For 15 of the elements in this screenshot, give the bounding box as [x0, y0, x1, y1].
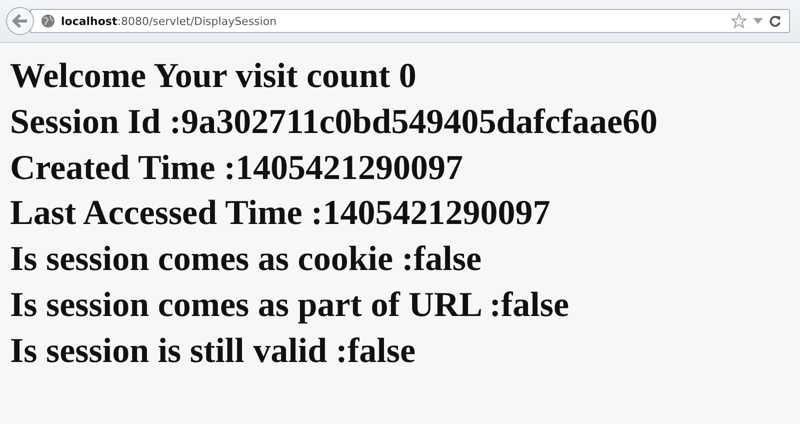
text-line: Is session comes as cookie :false — [10, 238, 482, 280]
url-text: localhost:8080/servlet/DisplaySession — [61, 14, 277, 28]
address-bar[interactable]: localhost:8080/servlet/DisplaySession — [30, 9, 790, 33]
text-line: Last Accessed Time :1405421290097 — [10, 192, 552, 234]
text-line: Created Time :1405421290097 — [10, 146, 464, 189]
reload-icon[interactable] — [769, 15, 781, 27]
text-line: Session Id :9a302711c0bd549405dafcfaae60 — [10, 100, 659, 143]
back-button[interactable] — [6, 7, 34, 35]
star-icon[interactable] — [731, 13, 747, 29]
globe-icon — [41, 14, 55, 28]
text-line: Is session comes as part of URL :false — [10, 284, 570, 326]
text-line: Is session is still valid :false — [10, 330, 416, 372]
text-line: Welcome Your visit count 0 — [10, 55, 418, 97]
dropdown-arrow-icon[interactable] — [753, 17, 763, 25]
back-arrow-icon — [11, 13, 29, 29]
